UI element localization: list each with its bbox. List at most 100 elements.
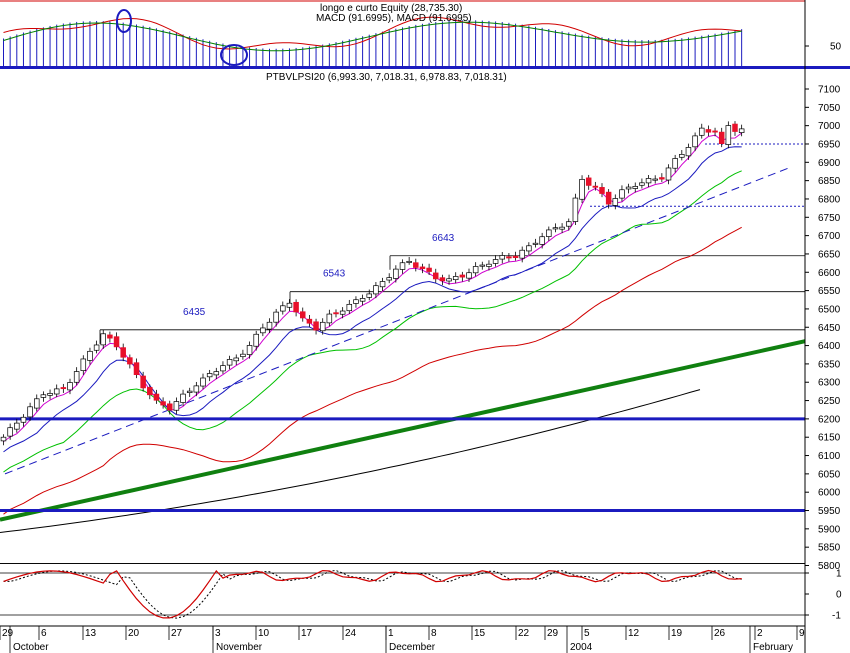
candle-up xyxy=(386,277,392,281)
x-day-label: 29 xyxy=(2,628,14,639)
candle-up xyxy=(379,281,386,288)
candle-up xyxy=(645,178,652,184)
candle-up xyxy=(326,313,333,324)
macd-panel: longo e curto Equity (28,735.30) MACD (9… xyxy=(0,0,842,68)
x-month-label: October xyxy=(13,642,49,653)
candle-up xyxy=(200,377,206,387)
candle-up xyxy=(446,278,452,282)
candle-up xyxy=(359,298,366,302)
price-tick-label: 5850 xyxy=(818,543,841,554)
price-tick-label: 7000 xyxy=(818,121,841,132)
candle-up xyxy=(226,359,233,366)
candle-up xyxy=(632,186,638,189)
candle-up xyxy=(393,268,399,279)
candle-up xyxy=(738,128,745,133)
x-day-label: 22 xyxy=(518,628,530,639)
candle-up xyxy=(486,263,492,267)
candle-up xyxy=(319,321,326,332)
candle-up xyxy=(406,260,412,263)
candle-down xyxy=(333,312,339,315)
candle-up xyxy=(685,147,692,157)
price-tick-label: 6800 xyxy=(818,194,841,205)
candle-down xyxy=(113,336,120,348)
price-tick-label: 6900 xyxy=(818,158,841,169)
price-tick-label: 6250 xyxy=(818,396,841,407)
candle-up xyxy=(266,321,273,330)
price-tick-label: 6150 xyxy=(818,433,841,444)
candle-up xyxy=(373,285,379,295)
candle-down xyxy=(732,123,738,132)
price-tick-label: 6450 xyxy=(818,323,841,334)
candle-up xyxy=(532,242,539,245)
candle-up xyxy=(0,436,7,442)
x-month-label: November xyxy=(216,642,263,653)
x-day-label: 20 xyxy=(128,628,140,639)
x-day-label: 8 xyxy=(431,628,437,639)
candle-up xyxy=(213,371,220,376)
candle-down xyxy=(705,129,712,133)
stochastic-signal-line xyxy=(3,569,742,619)
candle-up xyxy=(665,167,672,181)
candle-up xyxy=(366,293,373,298)
chart-canvas: longo e curto Equity (28,735.30) MACD (9… xyxy=(0,0,850,653)
candle-down xyxy=(659,177,665,180)
candle-up xyxy=(260,327,266,334)
x-day-label: 5 xyxy=(584,628,590,639)
x-day-label: 27 xyxy=(171,628,183,639)
candle-down xyxy=(120,347,126,358)
macd-y-axis: 50 xyxy=(805,42,842,53)
price-tick-label: 7100 xyxy=(818,85,841,96)
stoch-tick-label: 0 xyxy=(836,590,842,601)
stochastic-main-line xyxy=(3,569,742,619)
long-trendline xyxy=(0,339,806,522)
x-month-label: February xyxy=(753,642,793,653)
x-day-label: 9 xyxy=(799,628,805,639)
price-tick-label: 6950 xyxy=(818,139,841,150)
x-day-label: 2 xyxy=(757,628,763,639)
moving-averages xyxy=(0,132,806,533)
candle-up xyxy=(80,358,87,371)
candle-down xyxy=(167,403,173,411)
candle-up xyxy=(672,158,678,169)
x-day-label: 13 xyxy=(85,628,97,639)
candle-up xyxy=(47,393,53,396)
candle-up xyxy=(692,135,698,148)
candle-up xyxy=(33,398,40,409)
candle-up xyxy=(639,182,645,186)
candle-up xyxy=(546,229,552,237)
candle-up xyxy=(499,255,506,260)
candle-up xyxy=(20,416,27,423)
price-tick-label: 6700 xyxy=(818,231,841,242)
candle-up xyxy=(472,266,479,274)
candle-down xyxy=(147,387,153,396)
price-tick-label: 6300 xyxy=(818,378,841,389)
price-tick-label: 6000 xyxy=(818,488,841,499)
candle-up xyxy=(53,388,60,395)
candle-up xyxy=(452,276,459,281)
candle-up xyxy=(87,350,93,361)
price-title: PTBVLPSI20 (6,993.30, 7,018.31, 6,978.83… xyxy=(266,72,507,83)
candle-down xyxy=(60,387,67,390)
stochastic-panel: -1 0 1 xyxy=(0,563,842,622)
candle-down xyxy=(127,357,133,365)
candle-up xyxy=(353,299,359,304)
candle-up xyxy=(572,197,579,222)
macd-tick-label: 50 xyxy=(830,42,842,53)
candle-down xyxy=(459,274,466,278)
candle-up xyxy=(559,226,565,230)
candle-up xyxy=(679,154,685,158)
candle-up xyxy=(526,245,532,252)
x-day-label: 24 xyxy=(345,628,357,639)
ma-fast-line xyxy=(3,132,742,443)
price-tick-label: 7050 xyxy=(818,103,841,114)
x-day-label: 6 xyxy=(41,628,47,639)
price-tick-label: 6550 xyxy=(818,286,841,297)
x-day-label: 26 xyxy=(714,628,726,639)
candle-down xyxy=(592,185,599,188)
candle-up xyxy=(186,390,193,393)
candle-up xyxy=(619,189,625,199)
candle-down xyxy=(585,177,592,186)
candle-up xyxy=(725,125,732,145)
candle-down xyxy=(133,362,140,376)
candle-down xyxy=(419,266,426,270)
